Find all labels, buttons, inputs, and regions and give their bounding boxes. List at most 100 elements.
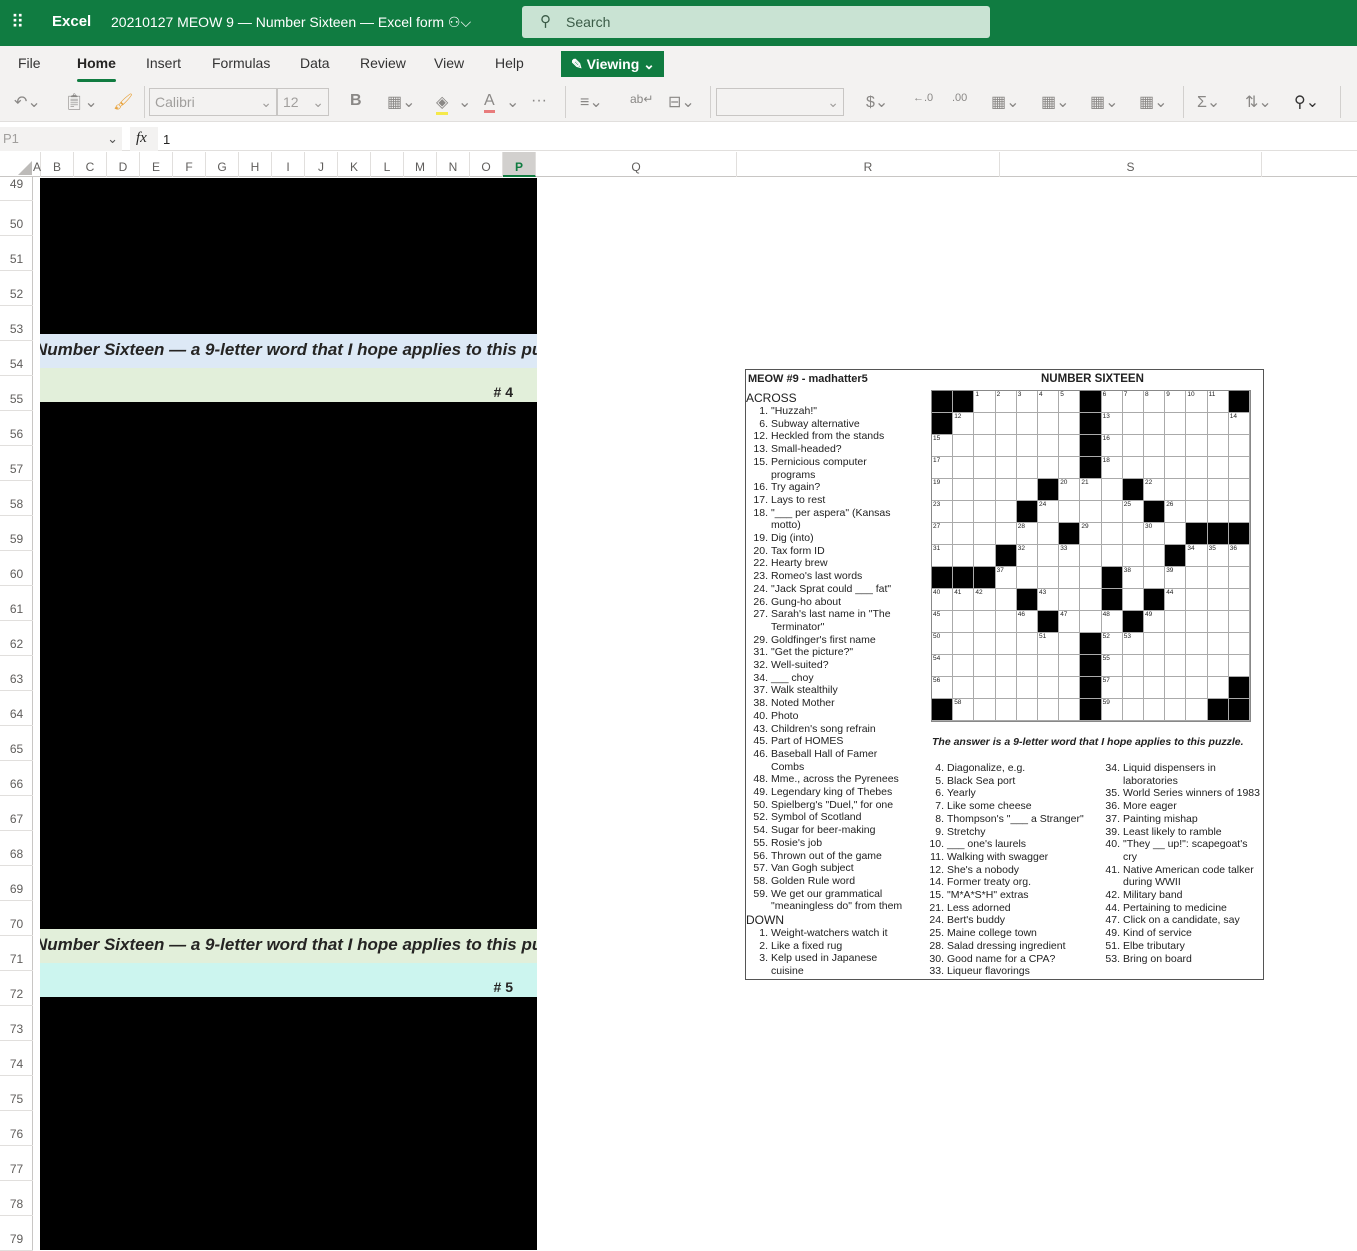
row-header-74[interactable]: 74 <box>0 1057 33 1071</box>
decrease-decimal-icon[interactable]: .00 <box>952 92 967 104</box>
column-header-i[interactable]: I <box>272 152 305 177</box>
font-color-icon[interactable]: A <box>484 92 495 113</box>
app-name[interactable]: Excel <box>52 13 91 30</box>
row-header-52[interactable]: 52 <box>0 287 33 301</box>
chevron-down-icon[interactable]: ⌄ <box>506 92 519 112</box>
row-header-76[interactable]: 76 <box>0 1127 33 1141</box>
row-header-69[interactable]: 69 <box>0 882 33 896</box>
column-header-b[interactable]: B <box>41 152 74 177</box>
format-table-icon[interactable]: ▦⌄ <box>1041 92 1070 112</box>
document-title[interactable]: 20210127 MEOW 9 — Number Sixteen — Excel… <box>111 14 471 31</box>
row-header-62[interactable]: 62 <box>0 637 33 651</box>
row-header-56[interactable]: 56 <box>0 427 33 441</box>
font-name-select[interactable]: Calibri ⌄ <box>149 88 277 116</box>
grid-cell: 1 <box>974 391 996 413</box>
tab-formulas[interactable]: Formulas <box>212 55 270 71</box>
column-header-r[interactable]: R <box>737 152 1000 177</box>
row-header-77[interactable]: 77 <box>0 1162 33 1176</box>
column-header-c[interactable]: C <box>74 152 107 177</box>
row-header-73[interactable]: 73 <box>0 1022 33 1036</box>
column-header-o[interactable]: O <box>470 152 503 177</box>
align-icon[interactable]: ≡⌄ <box>580 92 603 112</box>
column-header-m[interactable]: M <box>404 152 437 177</box>
autosum-icon[interactable]: Σ⌄ <box>1197 92 1220 112</box>
column-header-d[interactable]: D <box>107 152 140 177</box>
find-icon[interactable]: ⚲⌄ <box>1294 92 1319 112</box>
row-header-53[interactable]: 53 <box>0 322 33 336</box>
conditional-format-icon[interactable]: ▦⌄ <box>991 92 1020 112</box>
row-header-75[interactable]: 75 <box>0 1092 33 1106</box>
merge-icon[interactable]: ⊟⌄ <box>668 92 695 112</box>
column-header-s[interactable]: S <box>1000 152 1262 177</box>
bold-icon[interactable]: B <box>350 92 362 110</box>
row-header-78[interactable]: 78 <box>0 1197 33 1211</box>
search-input[interactable]: ⚲ Search <box>522 6 990 38</box>
tab-insert[interactable]: Insert <box>146 55 181 71</box>
tab-help[interactable]: Help <box>495 55 524 71</box>
cell-styles-icon[interactable]: ▦⌄ <box>1090 92 1119 112</box>
chevron-down-icon[interactable]: ⌄ <box>458 92 471 112</box>
increase-decimal-icon[interactable]: ←.0 <box>913 92 933 104</box>
black-square <box>1165 545 1187 567</box>
undo-icon[interactable]: ↶⌄ <box>14 92 41 112</box>
column-header-e[interactable]: E <box>140 152 173 177</box>
column-header-k[interactable]: K <box>338 152 371 177</box>
tab-file[interactable]: File <box>18 55 41 71</box>
tab-view[interactable]: View <box>434 55 464 71</box>
borders-icon[interactable]: ▦⌄ <box>387 92 416 112</box>
fx-icon[interactable]: fx <box>130 127 158 151</box>
format-painter-icon[interactable]: 🖌︎ <box>113 92 133 112</box>
row-header-64[interactable]: 64 <box>0 707 33 721</box>
row-header-49[interactable]: 49 <box>0 177 33 191</box>
clue: 17. Lays to rest <box>746 494 825 507</box>
paste-icon[interactable]: 📋︎⌄ <box>64 92 98 112</box>
column-header-g[interactable]: G <box>206 152 239 177</box>
row-header-58[interactable]: 58 <box>0 497 33 511</box>
viewing-mode-button[interactable]: ✎ Viewing ⌄ <box>561 51 664 77</box>
row-header-57[interactable]: 57 <box>0 462 33 476</box>
row-header-71[interactable]: 71 <box>0 952 33 966</box>
currency-icon[interactable]: $⌄ <box>866 92 888 112</box>
share-people-icon[interactable]: ⚇⌵ <box>448 14 471 30</box>
grid-cell <box>953 435 975 457</box>
tab-review[interactable]: Review <box>360 55 406 71</box>
row-header-79[interactable]: 79 <box>0 1232 33 1246</box>
row-header-61[interactable]: 61 <box>0 602 33 616</box>
more-options-icon[interactable]: ··· <box>531 92 547 110</box>
column-header-h[interactable]: H <box>239 152 272 177</box>
name-box[interactable]: P1 ⌄ <box>0 127 122 151</box>
tab-home[interactable]: Home <box>77 55 116 82</box>
row-header-65[interactable]: 65 <box>0 742 33 756</box>
row-header-51[interactable]: 51 <box>0 252 33 266</box>
column-header-l[interactable]: L <box>371 152 404 177</box>
column-header-n[interactable]: N <box>437 152 470 177</box>
formula-input[interactable]: 1 <box>163 132 170 147</box>
column-header-j[interactable]: J <box>305 152 338 177</box>
column-header-q[interactable]: Q <box>536 152 737 177</box>
number-format-select[interactable]: ⌄ <box>716 88 844 116</box>
column-header-p[interactable]: P <box>503 152 536 177</box>
wrap-text-icon[interactable]: ab↵ <box>630 92 653 106</box>
insert-cells-icon[interactable]: ▦⌄ <box>1139 92 1168 112</box>
grid-cell <box>1228 655 1250 677</box>
font-size-select[interactable]: 12 ⌄ <box>277 88 329 116</box>
fill-color-icon[interactable]: ◈ <box>436 92 449 115</box>
row-header-68[interactable]: 68 <box>0 847 33 861</box>
row-header-60[interactable]: 60 <box>0 567 33 581</box>
row-header-50[interactable]: 50 <box>0 217 33 231</box>
grid-cell: 16 <box>1101 435 1123 457</box>
column-header-a[interactable]: A <box>33 152 41 177</box>
select-all-icon[interactable] <box>18 161 32 175</box>
row-header-72[interactable]: 72 <box>0 987 33 1001</box>
column-header-f[interactable]: F <box>173 152 206 177</box>
row-header-67[interactable]: 67 <box>0 812 33 826</box>
row-header-55[interactable]: 55 <box>0 392 33 406</box>
app-launcher-icon[interactable]: ⠿ <box>11 13 24 31</box>
row-header-54[interactable]: 54 <box>0 357 33 371</box>
row-header-59[interactable]: 59 <box>0 532 33 546</box>
row-header-66[interactable]: 66 <box>0 777 33 791</box>
tab-data[interactable]: Data <box>300 55 330 71</box>
row-header-63[interactable]: 63 <box>0 672 33 686</box>
row-header-70[interactable]: 70 <box>0 917 33 931</box>
sort-filter-icon[interactable]: ⇅⌄ <box>1245 92 1272 112</box>
